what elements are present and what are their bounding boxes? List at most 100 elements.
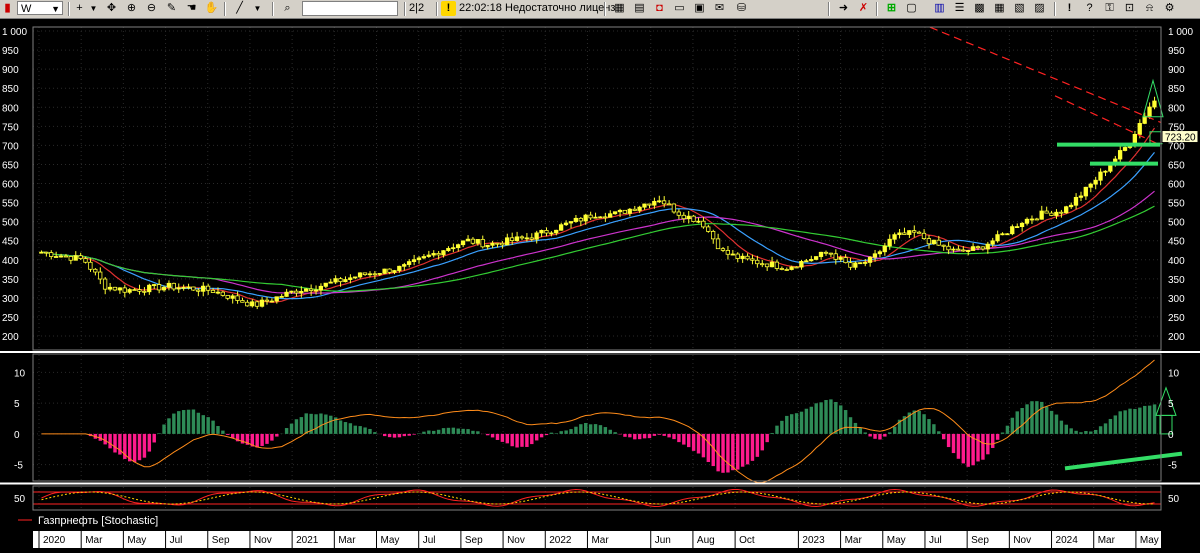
alert-icon[interactable]: ◘ (652, 1, 667, 16)
chevron-down-icon[interactable]: ▼ (250, 1, 265, 16)
arrow-right-icon[interactable]: ➜ (836, 1, 851, 16)
candle-body (1054, 211, 1059, 216)
candle-body (1117, 150, 1123, 160)
list-icon[interactable]: ☰ (952, 1, 967, 16)
chart-type-icon[interactable]: ▮ (0, 1, 15, 16)
database-icon[interactable]: ⛁ (734, 1, 749, 16)
candle-body (838, 257, 843, 260)
candle-body (289, 290, 294, 293)
candle-body (647, 203, 652, 206)
candle-body (867, 256, 873, 263)
osc-tick-label-left: 5 (14, 399, 20, 410)
candle-body (107, 286, 113, 290)
search-input[interactable] (302, 1, 398, 16)
candle-body (769, 261, 775, 268)
candle-body (877, 251, 883, 255)
candle-body (367, 273, 373, 276)
trade-icon[interactable]: ✗ (856, 1, 871, 16)
candle-body (632, 208, 637, 211)
lock-icon[interactable]: ⊡ (1122, 1, 1137, 16)
candle-body (1049, 212, 1054, 216)
bell-icon[interactable]: ⍾ (1142, 1, 1157, 16)
y-tick-label-left: 600 (2, 180, 19, 191)
ma-mid-line (41, 152, 1155, 300)
x-tick-label: 2022 (549, 535, 572, 546)
candle-body (980, 246, 985, 250)
candle-body (799, 261, 804, 268)
chart-window-icon[interactable]: ▩ (972, 1, 987, 16)
key-icon[interactable]: ⚿ (1102, 1, 1117, 16)
candle-body (279, 295, 284, 298)
candle-body (897, 232, 902, 236)
chart-area[interactable]: 723.20 1 000 1 000 950 950 900 900 850 850 800 80… (0, 19, 1200, 548)
candle-body (402, 264, 407, 267)
line-tool-icon[interactable]: ╱ (232, 1, 247, 16)
up-arrow-icon (1142, 78, 1164, 118)
y-tick-label-right: 350 (1168, 275, 1185, 286)
calendar-icon[interactable]: ▨ (1032, 1, 1047, 16)
candle-body (593, 216, 598, 219)
portfolio-icon[interactable]: ▣ (692, 1, 707, 16)
pan-icon[interactable]: ✋ (204, 1, 219, 16)
settings-icon[interactable]: ⚙ (1162, 1, 1177, 16)
info-icon[interactable]: ! (1062, 1, 1077, 16)
chart-settings-icon[interactable]: ▦ (612, 1, 627, 16)
period-select[interactable]: W ▼ (17, 1, 63, 15)
folder-icon[interactable]: ▭ (672, 1, 687, 16)
add-window-icon[interactable]: ⊞ (884, 1, 899, 16)
zoom-in-icon[interactable]: ⊕ (124, 1, 139, 16)
window-icon[interactable]: ▢ (904, 1, 919, 16)
hand-icon[interactable]: ☚ (184, 1, 199, 16)
osc-tick-label-left: -5 (14, 461, 23, 472)
candle-body (1088, 183, 1093, 188)
candle-body (554, 229, 559, 234)
candle-body (710, 231, 716, 240)
table-icon[interactable]: ▦ (992, 1, 1007, 16)
annotations: 723.20 (929, 26, 1199, 166)
candle-body (161, 286, 167, 291)
search-icon[interactable]: ⌕ (280, 1, 295, 16)
candle-body (1108, 164, 1113, 172)
ruler-icon[interactable]: ✎ (164, 1, 179, 16)
indicator-icon[interactable]: ▤ (632, 1, 647, 16)
crosshair-icon[interactable]: + (72, 1, 87, 16)
candle-body (818, 251, 824, 257)
oscillator-panel (41, 359, 1183, 484)
mail-icon[interactable]: ✉ (712, 1, 727, 16)
chart-svg[interactable]: 723.20 1 000 1 000 950 950 900 900 850 850 800 80… (0, 19, 1200, 548)
candle-body (49, 252, 54, 257)
y-tick-label-left: 400 (2, 256, 19, 267)
y-tick-label-right: 400 (1168, 256, 1185, 267)
candle-body (480, 239, 485, 248)
candle-body (862, 262, 868, 264)
candle-body (171, 282, 176, 290)
candle-body (250, 301, 255, 307)
candle-body (578, 217, 583, 222)
news-icon[interactable]: ▧ (1012, 1, 1027, 16)
layout-icon[interactable]: ▥ (932, 1, 947, 16)
x-tick-label: Nov (254, 535, 272, 546)
candle-body (1122, 147, 1128, 151)
candle-body (58, 255, 64, 258)
candle-body (117, 287, 122, 291)
candle-body (661, 200, 667, 205)
candle-body (706, 226, 711, 232)
candle-body (931, 239, 936, 245)
zoom-out-icon[interactable]: ⊖ (144, 1, 159, 16)
candle-body (750, 258, 755, 261)
y-tick-label-left: 950 (2, 46, 19, 57)
candle-body (970, 246, 976, 251)
candle-body (902, 232, 907, 235)
help-icon[interactable]: ? (1082, 1, 1097, 16)
candle-body (1152, 100, 1157, 108)
x-tick-label: May (127, 535, 146, 546)
candle-body (406, 261, 412, 265)
candle-body (760, 263, 765, 266)
chevron-down-icon[interactable]: ▼ (86, 1, 101, 16)
candle-body (764, 263, 770, 268)
candle-body (500, 242, 505, 246)
candle-body (112, 286, 118, 291)
candle-body (308, 288, 314, 291)
candle-body (936, 239, 941, 246)
move-icon[interactable]: ✥ (104, 1, 119, 16)
